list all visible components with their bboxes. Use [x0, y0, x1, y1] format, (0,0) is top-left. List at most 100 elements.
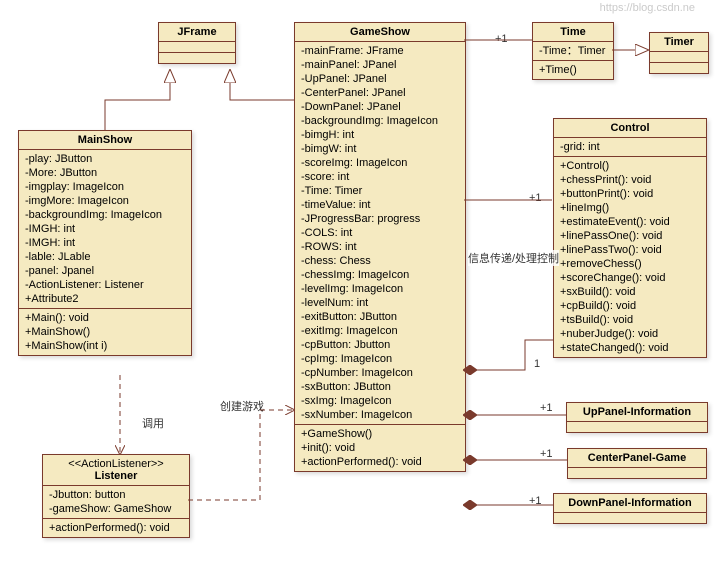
uml-row: +sxBuild(): void — [560, 285, 700, 299]
uml-row: -scoreImg: ImageIcon — [301, 156, 459, 170]
uml-row: -CenterPanel: JPanel — [301, 86, 459, 100]
uml-row: +tsBuild(): void — [560, 313, 700, 327]
op-section: +Main(): void+MainShow()+MainShow(int i) — [19, 309, 191, 355]
class-centerpanel: CenterPanel-Game — [567, 448, 707, 479]
class-title: JFrame — [159, 23, 235, 42]
uml-row: +actionPerformed(): void — [49, 521, 183, 535]
uml-row: +cpBuild(): void — [560, 299, 700, 313]
uml-row: +linePassOne(): void — [560, 229, 700, 243]
class-downpanel: DownPanel-Information — [553, 493, 707, 524]
class-timer: Timer — [649, 32, 709, 74]
uml-row: +Main(): void — [25, 311, 185, 325]
uml-row: -bimgH: int — [301, 128, 459, 142]
label-plus1: +1 — [540, 402, 553, 414]
uml-row: -ROWS: int — [301, 240, 459, 254]
uml-row: -mainFrame: JFrame — [301, 44, 459, 58]
uml-row: -More: JButton — [25, 166, 185, 180]
uml-row: -grid: int — [560, 140, 700, 154]
label-create: 创建游戏 — [220, 398, 264, 414]
class-time: Time -Time：Timer +Time() — [532, 22, 614, 80]
uml-row: -JProgressBar: progress — [301, 212, 459, 226]
uml-row: +Control() — [560, 159, 700, 173]
class-jframe: JFrame — [158, 22, 236, 64]
uml-row: -Jbutton: button — [49, 488, 183, 502]
uml-row: -chessImg: ImageIcon — [301, 268, 459, 282]
attr-section: -Time：Timer — [533, 42, 613, 61]
class-title: Listener — [49, 470, 183, 482]
label-one: 1 — [534, 358, 540, 370]
uml-row: +buttonPrint(): void — [560, 187, 700, 201]
uml-row: +linePassTwo(): void — [560, 243, 700, 257]
uml-row: -levelNum: int — [301, 296, 459, 310]
attr-section: -Jbutton: button-gameShow: GameShow — [43, 486, 189, 519]
class-title: CenterPanel-Game — [568, 449, 706, 468]
class-title: Time — [533, 23, 613, 42]
watermark: https://blog.csdn.ne — [600, 2, 695, 14]
uml-row: -chess: Chess — [301, 254, 459, 268]
attr-section — [554, 513, 706, 523]
op-section: +Time() — [533, 61, 613, 79]
class-control: Control -grid: int +Control()+chessPrint… — [553, 118, 707, 358]
uml-row: +init(): void — [301, 441, 459, 455]
uml-row: +estimateEvent(): void — [560, 215, 700, 229]
uml-row: -sxButton: JButton — [301, 380, 459, 394]
uml-row: -exitButton: JButton — [301, 310, 459, 324]
class-listener: <<ActionListener>> Listener -Jbutton: bu… — [42, 454, 190, 538]
uml-row: -levelImg: ImageIcon — [301, 282, 459, 296]
uml-row: +nuberJudge(): void — [560, 327, 700, 341]
class-title: Timer — [650, 33, 708, 52]
uml-row: +chessPrint(): void — [560, 173, 700, 187]
uml-row: -backgroundImg: ImageIcon — [301, 114, 459, 128]
class-mainshow: MainShow -play: JButton-More: JButton-im… — [18, 130, 192, 356]
attr-section: -grid: int — [554, 138, 706, 157]
label-plus1: +1 — [529, 192, 542, 204]
attr-section — [650, 52, 708, 63]
uml-row: -gameShow: GameShow — [49, 502, 183, 516]
uml-row: -cpButton: Jbutton — [301, 338, 459, 352]
uml-row: -sxImg: ImageIcon — [301, 394, 459, 408]
uml-row: -Time：Timer — [539, 44, 607, 58]
uml-row: -UpPanel: JPanel — [301, 72, 459, 86]
uml-row: +lineImg() — [560, 201, 700, 215]
uml-row: -Time: Timer — [301, 184, 459, 198]
uml-row: -ActionListener: Listener — [25, 278, 185, 292]
class-uppanel: UpPanel-Information — [566, 402, 708, 433]
uml-row: -DownPanel: JPanel — [301, 100, 459, 114]
uml-row: +removeChess() — [560, 257, 700, 271]
attr-section: -play: JButton-More: JButton-imgplay: Im… — [19, 150, 191, 309]
op-section: +actionPerformed(): void — [43, 519, 189, 537]
uml-row: +actionPerformed(): void — [301, 455, 459, 469]
uml-row: +Attribute2 — [25, 292, 185, 306]
uml-row: +Time() — [539, 63, 607, 77]
uml-row: +GameShow() — [301, 427, 459, 441]
uml-row: -sxNumber: ImageIcon — [301, 408, 459, 422]
attr-section — [568, 468, 706, 478]
uml-row: -timeValue: int — [301, 198, 459, 212]
label-plus1: +1 — [529, 495, 542, 507]
uml-row: -exitImg: ImageIcon — [301, 324, 459, 338]
label-msg: 信息传递/处理控制 — [468, 250, 559, 266]
class-title: DownPanel-Information — [554, 494, 706, 513]
uml-row: +MainShow() — [25, 325, 185, 339]
uml-row: -imgplay: ImageIcon — [25, 180, 185, 194]
uml-row: -panel: Jpanel — [25, 264, 185, 278]
op-section — [650, 63, 708, 73]
uml-row: -bimgW: int — [301, 142, 459, 156]
label-plus1: +1 — [495, 33, 508, 45]
uml-row: -lable: JLable — [25, 250, 185, 264]
class-title: GameShow — [295, 23, 465, 42]
label-plus1: +1 — [540, 448, 553, 460]
uml-row: -score: int — [301, 170, 459, 184]
op-section — [159, 53, 235, 63]
op-section: +GameShow()+init(): void+actionPerformed… — [295, 425, 465, 471]
attr-section — [567, 422, 707, 432]
uml-row: -cpNumber: ImageIcon — [301, 366, 459, 380]
uml-row: -IMGH: int — [25, 236, 185, 250]
stereotype: <<ActionListener>> Listener — [43, 455, 189, 486]
uml-row: -backgroundImg: ImageIcon — [25, 208, 185, 222]
stereotype-text: <<ActionListener>> — [49, 458, 183, 470]
class-title: MainShow — [19, 131, 191, 150]
label-call: 调用 — [142, 415, 164, 431]
uml-row: -cpImg: ImageIcon — [301, 352, 459, 366]
op-section: +Control()+chessPrint(): void+buttonPrin… — [554, 157, 706, 357]
